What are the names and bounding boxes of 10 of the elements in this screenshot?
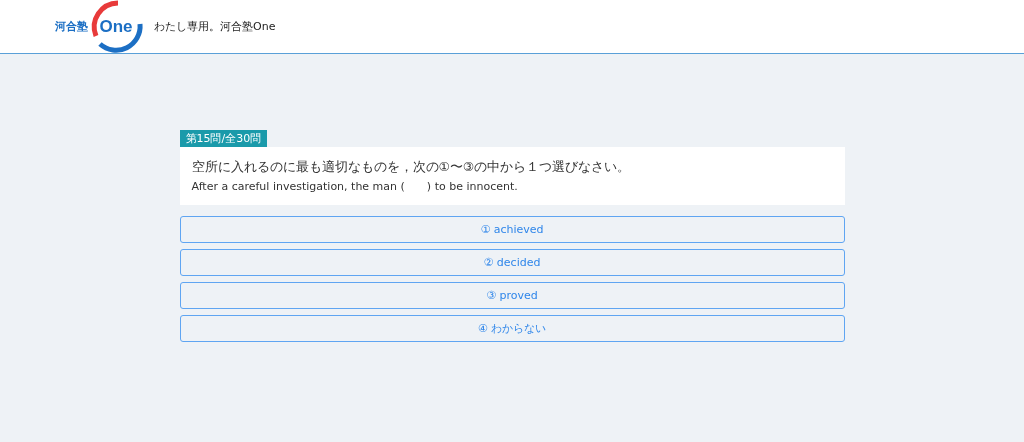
tagline: わたし専用。河合塾One xyxy=(154,19,276,34)
logo-word: One xyxy=(99,16,133,37)
question-sentence: After a careful investigation, the man ( ) to be innocent. xyxy=(191,179,519,195)
question-counter: 第15問/全30問 xyxy=(179,130,268,147)
instruction-text: 空所に入れるのに最も適切なものを，次の①〜③の中から１つ選びなさい。 xyxy=(191,158,631,176)
answer-choice[interactable]: ④ わからない xyxy=(179,315,845,342)
logo-mark: 河合塾 xyxy=(55,19,88,34)
answer-choice[interactable]: ③ proved xyxy=(179,282,845,309)
answer-choice[interactable]: ② decided xyxy=(179,249,845,276)
answer-choice[interactable]: ① achieved xyxy=(179,216,845,243)
